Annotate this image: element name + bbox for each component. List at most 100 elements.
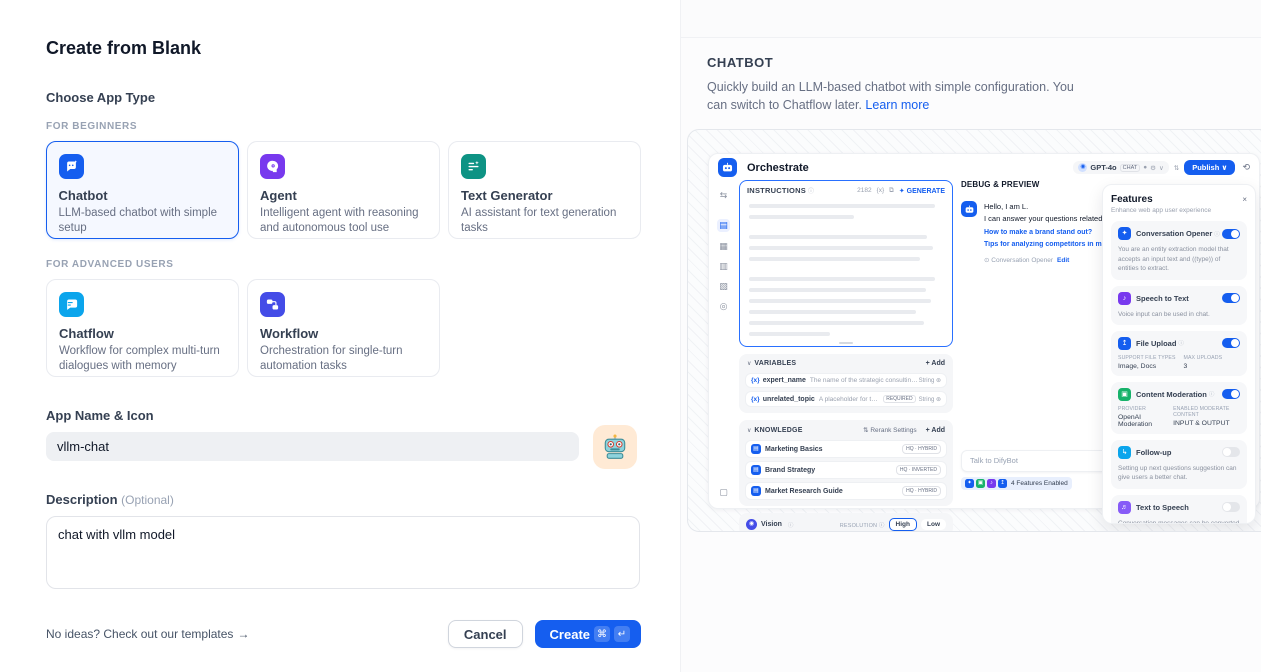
robot-emoji-icon (601, 433, 629, 461)
features-panel: Features × Enhance web app user experien… (1102, 184, 1256, 524)
kv-value: INPUT & OUTPUT (1173, 420, 1240, 427)
chatflow-icon (59, 292, 84, 317)
choose-app-type-label: Choose App Type (46, 90, 641, 105)
create-app-modal: Create from Blank Choose App Type FOR BE… (0, 0, 1261, 672)
edit-link: Edit (1057, 257, 1069, 264)
conversation-opener-icon: ✦ (965, 479, 974, 488)
description-label: Description (Optional) (46, 492, 641, 507)
workflow-icon (260, 292, 285, 317)
conversation-opener-text: ⊙ Conversation Opener (984, 257, 1053, 264)
app-type-desc: Intelligent agent with reasoning and aut… (260, 206, 427, 236)
resolution-low-option: Low (921, 519, 946, 530)
variable-token-icon: {x} (877, 187, 885, 194)
kv-key: SUPPORT FILE TYPES (1118, 355, 1176, 361)
app-name-input[interactable] (46, 432, 579, 461)
feature-card-file-upload: ↥ File Upload ⓘ SUPPORT FILE TYPES Image… (1111, 331, 1247, 376)
dataset-icon: ▤ (751, 465, 761, 475)
kv-value: Image, Docs (1118, 363, 1176, 370)
knowledge-label: KNOWLEDGE (754, 427, 802, 434)
templates-link-text: No ideas? Check out our templates (46, 627, 233, 641)
follow-up-icon: ↳ (1118, 446, 1131, 459)
knowledge-name: Brand Strategy (765, 467, 896, 474)
description-label-text: Description (46, 492, 118, 507)
feature-card-text-to-speech: ♬ Text to Speech Conversation messages c… (1111, 495, 1247, 524)
preview-app-avatar-robot-icon (718, 158, 737, 177)
app-type-card-agent[interactable]: Agent Intelligent agent with reasoning a… (247, 141, 440, 239)
instructions-skeleton (740, 198, 952, 349)
app-icon-picker[interactable] (593, 425, 637, 469)
app-type-card-text-generator[interactable]: Text Generator AI assistant for text gen… (448, 141, 641, 239)
features-subtitle: Enhance web app user experience (1111, 207, 1247, 214)
preview-model-selector: ◉ GPT-4o CHAT ● ⚙ ∨ (1073, 161, 1168, 174)
content-moderation-icon: ▣ (1118, 388, 1131, 401)
feature-name: Content Moderation (1136, 390, 1207, 399)
dataset-icon: ▤ (751, 444, 761, 454)
feature-desc: You are an entity extraction model that … (1118, 245, 1240, 273)
description-textarea[interactable]: chat with vllm model (46, 516, 640, 589)
cancel-button[interactable]: Cancel (448, 620, 523, 648)
app-type-card-chatbot[interactable]: Chatbot LLM-based chatbot with simple se… (46, 141, 239, 239)
app-type-desc: Workflow for complex multi-turn dialogue… (59, 344, 226, 374)
resolution-high-option: High (889, 518, 917, 531)
variable-token-icon: {x} (751, 377, 760, 384)
rerank-settings-button: ⇅ Rerank Settings (863, 426, 917, 434)
feature-name: Text to Speech (1136, 503, 1189, 512)
templates-link[interactable]: No ideas? Check out our templates→ (46, 627, 249, 641)
collapse-icon: ∨ (747, 427, 751, 434)
feature-name: File Upload (1136, 339, 1176, 348)
create-form-pane: Create from Blank Choose App Type FOR BE… (0, 0, 680, 672)
globe-icon: ◎ (720, 301, 728, 312)
description-optional-text: (Optional) (121, 493, 174, 507)
app-type-name: Workflow (260, 326, 427, 341)
conversation-opener-note: ⊙ Conversation Opener Edit (984, 256, 1118, 264)
app-type-name: Agent (260, 188, 427, 203)
instructions-label: INSTRUCTIONS (747, 186, 806, 195)
required-badge: REQUIRED (883, 395, 915, 403)
speech-to-text-icon: ♪ (987, 479, 996, 488)
kv-value: 3 (1184, 363, 1223, 370)
agent-icon (260, 154, 285, 179)
feature-toggle (1222, 502, 1240, 512)
model-name: GPT-4o (1090, 163, 1116, 172)
suggested-question-text: How to make a brand stand out? (984, 229, 1092, 236)
app-name-label: App Name & Icon (46, 408, 641, 423)
features-enabled-bar: ✦ ▣ ♪ ↥ 4 Features Enabled (961, 477, 1072, 490)
knowledge-name: Marketing Basics (765, 446, 902, 453)
learn-more-link[interactable]: Learn more (865, 98, 929, 112)
orchestrate-tab-icon: ▤ (717, 219, 730, 232)
info-icon: ⓘ (1214, 230, 1220, 238)
conversation-opener-icon: ✦ (1118, 227, 1131, 240)
preview-config-column: INSTRUCTIONS ⓘ 2182 {x} ⧉ ✦ GENERATE (739, 180, 953, 532)
resize-handle (839, 342, 853, 344)
instructions-panel: INSTRUCTIONS ⓘ 2182 {x} ⧉ ✦ GENERATE (739, 180, 953, 347)
info-icon: ⓘ (1178, 339, 1184, 347)
app-type-name: Chatbot (59, 188, 227, 203)
variables-panel: ∨ VARIABLES + Add {x} expert_name The na… (739, 354, 953, 413)
resolution-label-text: RESOLUTION (840, 523, 877, 529)
features-title: Features (1111, 194, 1153, 205)
vision-row: ◉ Vision ⓘ RESOLUTION ⓘ High Low (739, 513, 953, 532)
model-provider-icon: ◉ (1078, 163, 1087, 172)
app-type-heading: CHATBOT (707, 55, 1261, 70)
collapse-icon: ∨ (747, 360, 751, 367)
feature-toggle (1222, 338, 1240, 348)
modal-footer: No ideas? Check out our templates→ Cance… (46, 620, 641, 648)
enter-key-icon: ↵ (614, 626, 630, 642)
create-button[interactable]: Create⌘↵ (535, 620, 641, 648)
feature-toggle (1222, 229, 1240, 239)
text-generator-icon (461, 154, 486, 179)
app-type-card-chatflow[interactable]: Chatflow Workflow for complex multi-turn… (46, 279, 239, 377)
preview-app-header: Orchestrate ◉ GPT-4o CHAT ● ⚙ ∨ ⇅ (709, 154, 1259, 181)
kv-key: ENABLED MODERATE CONTENT (1173, 406, 1240, 418)
bot-avatar-robot-icon (961, 201, 977, 217)
vision-icon: ◉ (746, 519, 757, 530)
feature-card-follow-up: ↳ Follow-up Setting up next questions su… (1111, 440, 1247, 489)
generate-button: ✦ GENERATE (899, 187, 945, 195)
bot-greeting-line1: Hello, I am L. (984, 201, 1118, 212)
resolution-label: RESOLUTION ⓘ (840, 521, 885, 529)
app-type-card-workflow[interactable]: Workflow Orchestration for single-turn a… (247, 279, 440, 377)
knowledge-row: ▤ Market Research Guide HQ · HYBRID (745, 482, 947, 500)
info-pane-topbar (681, 0, 1261, 38)
info-icon: ⓘ (1209, 390, 1215, 398)
feature-card-speech-to-text: ♪ Speech to Text Voice input can be used… (1111, 286, 1247, 325)
